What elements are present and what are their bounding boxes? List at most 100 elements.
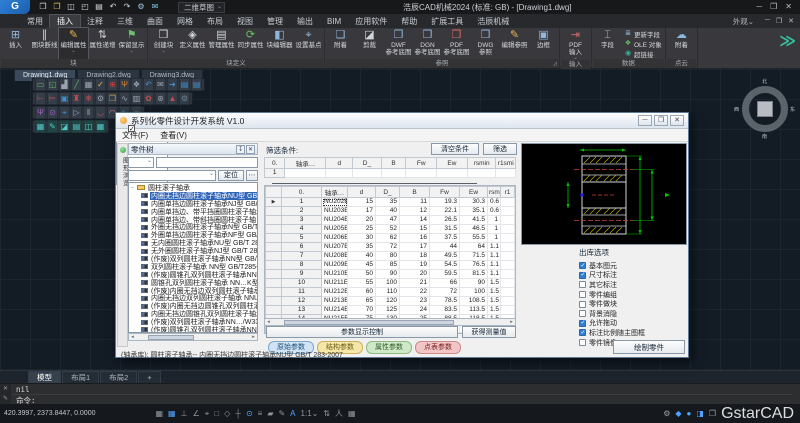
layout-tab[interactable]: 布局2 bbox=[100, 371, 137, 383]
table-cell[interactable]: 54.5 bbox=[430, 261, 460, 270]
column-header[interactable]: d bbox=[326, 158, 353, 169]
param-display-control-button[interactable]: 参数显示控制 bbox=[266, 326, 458, 338]
menu-tab-注释[interactable]: 注释 bbox=[80, 15, 110, 28]
table-cell[interactable]: NU205E bbox=[322, 225, 348, 234]
option-checkbox[interactable] bbox=[579, 320, 586, 327]
table-cell[interactable] bbox=[285, 169, 326, 178]
block-break-line-button[interactable]: ∥图块断线 bbox=[30, 28, 59, 59]
table-cell[interactable]: 1.1 bbox=[488, 261, 501, 270]
attach-button[interactable]: ❏附着 bbox=[326, 28, 355, 59]
table-cell[interactable]: 25 bbox=[348, 225, 376, 234]
column-header[interactable]: Fw bbox=[430, 187, 460, 198]
table-cell[interactable]: 1.5 bbox=[488, 297, 501, 306]
param-tab-red[interactable]: 点表参数 bbox=[415, 341, 461, 354]
lock-icon[interactable]: ◆ bbox=[675, 409, 681, 418]
table-cell[interactable]: 66 bbox=[430, 279, 460, 288]
tree-item[interactable]: 内圈无挡边圆锥孔双列圆柱滚子轴承 N bbox=[131, 310, 257, 318]
table-cell[interactable]: 11 bbox=[400, 198, 430, 207]
toolbar-icon[interactable]: ♜ bbox=[71, 92, 82, 105]
toolbar-icon[interactable]: Ψ bbox=[119, 78, 130, 91]
message-icon[interactable]: ✉ bbox=[150, 1, 160, 13]
table-cell[interactable]: 11 bbox=[282, 288, 322, 297]
table-cell[interactable]: 1.1 bbox=[488, 243, 501, 252]
save-icon[interactable]: ◫ bbox=[66, 1, 76, 13]
menu-tab-输出[interactable]: 输出 bbox=[290, 15, 320, 28]
table-cell[interactable] bbox=[501, 198, 515, 207]
table-row[interactable]: 5NU206E30621637.555.51 bbox=[266, 234, 515, 243]
clear-filter-button[interactable]: 清空条件 bbox=[431, 143, 479, 155]
draw-part-button[interactable]: 绘制零件 bbox=[613, 340, 685, 354]
table-cell[interactable]: 46.5 bbox=[460, 225, 488, 234]
table-cell[interactable]: 100 bbox=[376, 279, 400, 288]
toolbar-icon[interactable]: ⚙ bbox=[179, 92, 190, 105]
tree-item[interactable]: 外圈无挡边圆柱滚子轴承N型 GB/T 2 bbox=[131, 223, 257, 231]
output-option[interactable]: 标注比例随主图框 bbox=[579, 328, 687, 338]
table-cell[interactable]: 4 bbox=[282, 225, 322, 234]
table-cell[interactable]: 90 bbox=[460, 279, 488, 288]
command-line-panel[interactable]: ✕ ✎ nil 命令: bbox=[0, 383, 800, 404]
print-icon[interactable]: ▤ bbox=[94, 1, 104, 13]
table-cell[interactable]: NU212E bbox=[322, 288, 348, 297]
table-cell[interactable]: 7 bbox=[282, 252, 322, 261]
table-cell[interactable] bbox=[501, 252, 515, 261]
layout-tab[interactable]: + bbox=[138, 371, 160, 383]
table-row[interactable]: 3NU204E20471426.541.51 bbox=[266, 216, 515, 225]
table-cell[interactable]: 83.5 bbox=[430, 306, 460, 315]
toolbar-icon[interactable]: ◫ bbox=[83, 120, 94, 133]
update-field-button[interactable]: ≣更新字段 bbox=[624, 29, 662, 39]
get-measure-button[interactable]: 获得测量值 bbox=[462, 326, 516, 338]
table-cell[interactable]: 80 bbox=[376, 252, 400, 261]
table-cell[interactable]: 40 bbox=[376, 207, 400, 216]
table-cell[interactable]: 3 bbox=[282, 216, 322, 225]
table-cell[interactable] bbox=[501, 225, 515, 234]
table-cell[interactable]: 90 bbox=[376, 270, 400, 279]
menu-tab-管理[interactable]: 管理 bbox=[260, 15, 290, 28]
gear-icon[interactable]: ⚙ bbox=[663, 409, 670, 418]
option-checkbox[interactable] bbox=[579, 301, 586, 308]
toolbar-icon[interactable]: ▤ bbox=[71, 120, 82, 133]
option-checkbox[interactable] bbox=[579, 262, 586, 269]
status-toggle-icon[interactable]: ⇅ bbox=[323, 407, 330, 421]
maximize-button[interactable]: ❐ bbox=[770, 2, 777, 11]
doc-close-button[interactable]: ✕ bbox=[788, 17, 794, 25]
table-cell[interactable]: 35 bbox=[348, 243, 376, 252]
view-cube-icon[interactable] bbox=[757, 101, 773, 117]
toolbar-icon[interactable]: ◪ bbox=[59, 120, 70, 133]
settings-icon[interactable]: ⚙ bbox=[136, 1, 146, 13]
table-cell[interactable]: 26.5 bbox=[430, 216, 460, 225]
status-toggle-icon[interactable]: ⌖ bbox=[205, 407, 210, 421]
table-cell[interactable]: 100 bbox=[460, 288, 488, 297]
table-cell[interactable]: 72 bbox=[376, 243, 400, 252]
table-cell[interactable]: 1 bbox=[488, 225, 501, 234]
table-cell[interactable]: 18 bbox=[400, 252, 430, 261]
table-cell[interactable]: 15 bbox=[348, 198, 376, 207]
customize-icon[interactable]: ✎ bbox=[0, 394, 11, 404]
table-row[interactable]: 2NU203E17401222.135.10.6 bbox=[266, 207, 515, 216]
hyperlink-button[interactable]: ◉超链接 bbox=[624, 49, 662, 59]
table-cell[interactable]: 81.5 bbox=[460, 270, 488, 279]
table-cell[interactable]: 1 bbox=[265, 169, 285, 178]
column-header[interactable]: B bbox=[400, 187, 430, 198]
menu-tab-布局[interactable]: 布局 bbox=[200, 15, 230, 28]
table-cell[interactable]: 1.5 bbox=[488, 288, 501, 297]
save-as-icon[interactable]: ◰ bbox=[80, 1, 90, 13]
output-option[interactable]: 背景消隐 bbox=[579, 309, 687, 319]
output-option[interactable]: 零件编组 bbox=[579, 290, 687, 300]
toolbar-icon[interactable]: ‖ bbox=[83, 106, 94, 119]
table-cell[interactable]: 52 bbox=[376, 225, 400, 234]
pdf-underlay-button[interactable]: ❒PDF 参考底图 bbox=[442, 28, 471, 59]
column-header[interactable]: Ew bbox=[437, 158, 468, 169]
table-row[interactable]: ▶1NU202E15351119.330.30.6 bbox=[266, 198, 515, 207]
table-cell[interactable]: NU208E bbox=[322, 252, 348, 261]
status-toggle-icon[interactable]: ┼ bbox=[235, 407, 241, 421]
menu-tab-插入[interactable]: 插入 bbox=[50, 15, 80, 28]
column-header[interactable]: d bbox=[348, 187, 376, 198]
edit-xref-button[interactable]: ✎编辑参照 bbox=[500, 28, 529, 59]
menu-tab-三维[interactable]: 三维 bbox=[110, 15, 140, 28]
table-cell[interactable] bbox=[437, 169, 468, 178]
output-option[interactable]: 其它标注 bbox=[579, 280, 687, 290]
navigation-compass[interactable]: 北 东 南 西 bbox=[736, 80, 794, 138]
table-cell[interactable]: 15 bbox=[400, 225, 430, 234]
table-cell[interactable]: 16 bbox=[400, 234, 430, 243]
table-cell[interactable] bbox=[381, 169, 406, 178]
